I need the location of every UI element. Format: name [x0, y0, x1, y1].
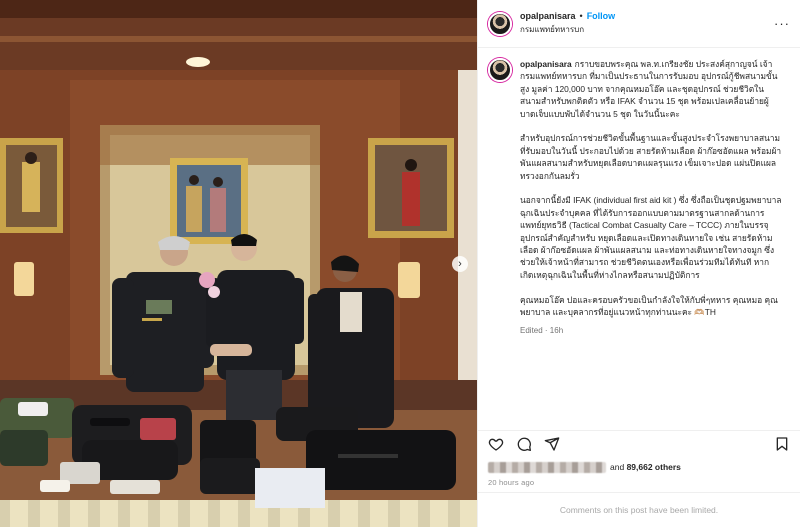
instagram-post-view: › opalpanisara • Follow กรมแพทย์ทหารบก ·…	[0, 0, 800, 527]
comments-limited-notice: Comments on this post have been limited.	[478, 492, 800, 527]
author-avatar[interactable]	[488, 11, 512, 36]
caption-area: opalpanisara กราบขอบพระคุณ พล.ท.เกรียงชัย…	[478, 48, 800, 430]
caption-avatar[interactable]	[488, 58, 512, 82]
bookmark-icon[interactable]	[774, 436, 790, 452]
comment-icon[interactable]	[516, 436, 532, 452]
send-icon[interactable]	[544, 436, 560, 452]
likes-prefix: and	[610, 462, 625, 472]
more-options-button[interactable]: ···	[774, 16, 790, 31]
likes-row: and 89,662 others	[478, 456, 800, 478]
post-location[interactable]: กรมแพทย์ทหารบก	[520, 23, 615, 36]
edited-timestamp: Edited · 16h	[520, 325, 564, 335]
photo-scene	[0, 0, 477, 527]
caption-paragraph-4: คุณหมอโอ๊ค ปอและครอบครัวขอเป็นกำลังใจให้…	[520, 294, 778, 318]
author-info: opalpanisara • Follow กรมแพทย์ทหารบก	[520, 11, 615, 36]
post-photo: ›	[0, 0, 477, 527]
post-time-ago[interactable]: 20 hours ago	[478, 478, 800, 492]
caption-paragraph-3: นอกจากนี้ยังมี IFAK (individual first ai…	[520, 195, 782, 280]
author-row: opalpanisara • Follow	[520, 11, 615, 21]
separator-dot: •	[579, 11, 583, 21]
likes-count[interactable]: 89,662 others	[627, 462, 681, 472]
caption-text: opalpanisara กราบขอบพระคุณ พล.ท.เกรียงชัย…	[520, 58, 782, 430]
caption-paragraph-2: สำหรับอุปกรณ์การช่วยชีวิตขั้นพื้นฐานและข…	[520, 133, 782, 181]
chevron-right-icon: ›	[458, 258, 462, 270]
action-bar	[478, 430, 800, 456]
caption-paragraph-1: opalpanisara กราบขอบพระคุณ พล.ท.เกรียงชัย…	[520, 58, 782, 120]
post-side-panel: opalpanisara • Follow กรมแพทย์ทหารบก ···…	[477, 0, 800, 527]
next-image-button[interactable]: ›	[452, 256, 468, 272]
post-header: opalpanisara • Follow กรมแพทย์ทหารบก ···	[478, 0, 800, 48]
follow-button[interactable]: Follow	[587, 11, 616, 21]
liked-by-avatars-blurred	[488, 461, 606, 473]
heart-icon[interactable]	[488, 436, 504, 452]
author-username[interactable]: opalpanisara	[520, 11, 576, 21]
caption-username[interactable]: opalpanisara	[520, 59, 572, 69]
